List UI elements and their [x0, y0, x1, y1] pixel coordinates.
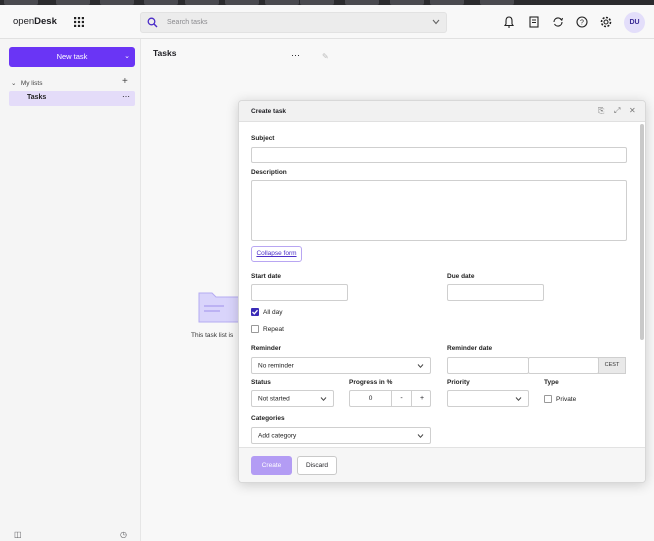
private-checkbox[interactable] [544, 395, 552, 403]
repeat-checkbox[interactable] [251, 325, 259, 333]
status-label: Status [251, 379, 271, 386]
type-label: Type [544, 379, 559, 386]
timezone-badge[interactable]: CEST [598, 357, 626, 374]
reminder-value: No reminder [258, 362, 294, 369]
edit-pencil-icon[interactable]: ✎ [322, 52, 329, 61]
search-input[interactable]: Search tasks [167, 19, 207, 26]
gear-icon[interactable] [599, 15, 613, 29]
priority-label: Priority [447, 379, 470, 386]
repeat-label: Repeat [263, 326, 284, 333]
status-select[interactable]: Not started [251, 390, 334, 407]
chevron-down-icon [417, 363, 424, 368]
search-icon [147, 17, 158, 28]
decrement-button[interactable]: - [392, 391, 412, 406]
scrollbar-thumb[interactable] [640, 124, 644, 340]
due-date-label: Due date [447, 273, 475, 280]
app-grid-icon[interactable] [74, 17, 84, 27]
subject-label: Subject [251, 135, 275, 142]
brand-light-text: open [13, 16, 35, 27]
top-header: openDesk Search tasks ? DU [0, 5, 654, 39]
create-task-dialog: Create task ⎘ ⤢ ✕ Subject Description Co… [238, 100, 646, 483]
categories-label: Categories [251, 415, 285, 422]
help-icon[interactable]: ? [575, 15, 589, 29]
my-lists-label: My lists [20, 80, 43, 87]
dialog-title: Create task [251, 108, 287, 115]
brand-bold-text: Desk [34, 16, 57, 27]
user-avatar[interactable]: DU [624, 12, 645, 33]
checkmark-icon [252, 309, 258, 315]
due-date-input[interactable] [447, 284, 544, 301]
search-bar[interactable]: Search tasks [140, 12, 447, 33]
chevron-down-icon [417, 433, 424, 438]
sidebar-toggle-icon[interactable]: ◫ [14, 530, 22, 539]
chevron-down-icon[interactable] [432, 19, 440, 25]
sidebar: New task ⌄ ⌄ My lists + Tasks ⋯ ◫ ◷ [0, 39, 141, 541]
dialog-footer: Create Discard [239, 447, 645, 482]
notes-icon[interactable] [527, 15, 541, 29]
categories-select[interactable]: Add category [251, 427, 431, 444]
reminder-time-input[interactable] [528, 357, 599, 374]
reminder-date-input[interactable] [447, 357, 529, 374]
sidebar-item-label: Tasks [27, 94, 47, 101]
new-task-label: New task [56, 52, 88, 61]
description-label: Description [251, 169, 287, 176]
history-icon[interactable]: ◷ [120, 530, 127, 539]
progress-input[interactable]: 0 [350, 391, 392, 406]
progress-label: Progress in % [349, 379, 393, 386]
discard-button[interactable]: Discard [297, 456, 337, 475]
expand-icon[interactable]: ⤢ [614, 106, 620, 116]
start-date-input[interactable] [251, 284, 348, 301]
status-value: Not started [258, 395, 290, 402]
create-button[interactable]: Create [251, 456, 292, 475]
chevron-down-icon [320, 396, 327, 401]
collapse-form-link[interactable]: Collapse form [251, 246, 302, 262]
dialog-header: Create task ⎘ ⤢ ✕ [239, 101, 645, 122]
chevron-down-icon[interactable]: ⌄ [11, 79, 19, 87]
all-day-label: All day [263, 309, 283, 316]
subject-input[interactable] [251, 147, 627, 163]
reminder-select[interactable]: No reminder [251, 357, 431, 374]
empty-state-message: This task list is [191, 332, 234, 339]
increment-button[interactable]: + [412, 391, 432, 406]
all-day-checkbox[interactable] [251, 308, 259, 316]
svg-text:?: ? [580, 20, 584, 27]
page-title: Tasks [153, 48, 177, 58]
bell-icon[interactable] [502, 15, 516, 29]
start-date-label: Start date [251, 273, 281, 280]
more-options-icon[interactable]: ⋯ [122, 92, 130, 101]
sync-icon[interactable] [551, 15, 565, 29]
close-icon[interactable]: ✕ [629, 106, 636, 115]
my-lists-section[interactable]: ⌄ My lists [11, 79, 42, 87]
progress-stepper[interactable]: 0 - + [349, 390, 431, 407]
sidebar-item-tasks[interactable]: Tasks ⋯ [9, 91, 135, 106]
chevron-down-icon [515, 396, 522, 401]
description-textarea[interactable] [251, 180, 627, 241]
more-options-icon[interactable]: ⋯ [291, 50, 300, 61]
reminder-label: Reminder [251, 345, 281, 352]
app-logo[interactable]: openDesk [13, 16, 57, 27]
empty-folder-icon [198, 292, 242, 323]
chevron-down-icon[interactable]: ⌄ [124, 47, 130, 67]
reminder-date-label: Reminder date [447, 345, 493, 352]
link-icon[interactable]: ⎘ [598, 106, 604, 116]
new-task-button[interactable]: New task ⌄ [9, 47, 135, 67]
priority-select[interactable] [447, 390, 529, 407]
add-list-icon[interactable]: + [122, 76, 128, 87]
private-label: Private [556, 396, 577, 403]
categories-placeholder: Add category [258, 432, 297, 439]
